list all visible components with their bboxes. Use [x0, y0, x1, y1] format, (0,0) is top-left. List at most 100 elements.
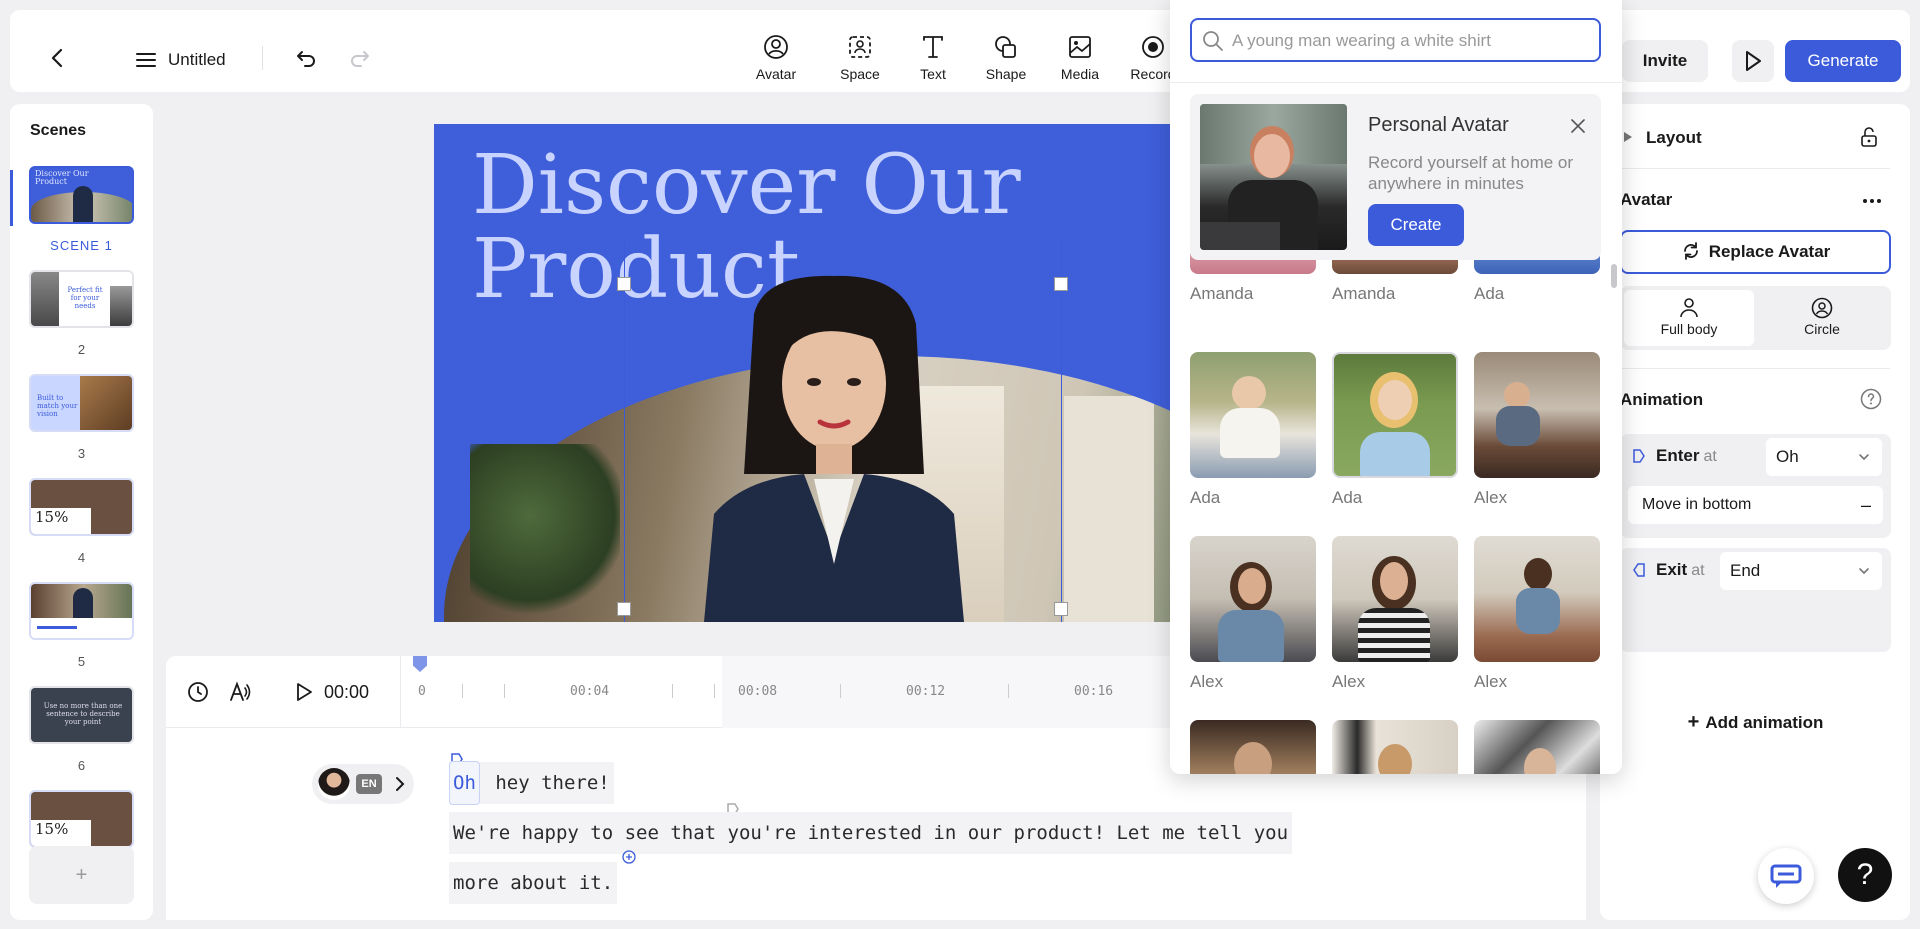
script-line[interactable]: more about it.	[449, 862, 618, 904]
scene-thumb-text: Use no more than one sentence to describ…	[43, 702, 123, 726]
scene-label: 5	[77, 654, 86, 669]
more-options-icon[interactable]	[1862, 198, 1882, 204]
play-icon	[1746, 51, 1761, 71]
avatar-card[interactable]: Alex	[1474, 536, 1600, 692]
redo-icon[interactable]	[348, 47, 372, 71]
add-marker-icon[interactable]	[622, 850, 636, 864]
back-arrow-icon[interactable]	[46, 46, 70, 70]
avatar-search[interactable]	[1190, 18, 1601, 62]
scene-thumbnail-4[interactable]: 15%	[29, 478, 134, 536]
tick-label: 00:12	[906, 684, 946, 699]
avatar-name: Ada	[1190, 488, 1221, 507]
replace-avatar-button[interactable]: Replace Avatar	[1620, 230, 1891, 274]
scene-thumbnail-7[interactable]: 15%	[29, 790, 134, 848]
tool-label: Avatar	[755, 66, 797, 82]
invite-button[interactable]: Invite	[1622, 40, 1708, 82]
tool-media[interactable]: Media	[1050, 34, 1110, 86]
scene-canvas[interactable]: Discover Our Product	[434, 124, 1174, 622]
scene-thumbnail-2[interactable]: Perfect fit for your needs	[29, 270, 134, 328]
preview-button[interactable]	[1732, 40, 1774, 82]
script-line[interactable]: Oh hey there!	[449, 761, 614, 805]
avatar-shape-toggle: Full body Circle	[1620, 286, 1891, 350]
plus-icon: +	[1687, 711, 1700, 733]
scene-thumb-text: Built to match your vision	[37, 394, 78, 418]
scene-thumbnail-6[interactable]: Use no more than one sentence to describ…	[29, 686, 134, 744]
text-icon	[923, 36, 943, 58]
help-button[interactable]: ?	[1838, 848, 1892, 902]
unlock-icon[interactable]	[1858, 126, 1880, 148]
help-icon[interactable]	[1860, 388, 1882, 410]
remove-icon[interactable]: –	[1861, 486, 1871, 524]
scene-thumbnail-3[interactable]: Built to match your vision	[29, 374, 134, 432]
tool-avatar[interactable]: Avatar	[746, 34, 806, 86]
shape-icon	[995, 36, 1016, 58]
voice-settings-icon[interactable]	[228, 680, 252, 704]
avatar-thumbnail	[1190, 352, 1316, 478]
layout-section-title[interactable]: Layout	[1646, 128, 1702, 148]
enter-effect[interactable]: Move in bottom –	[1628, 486, 1883, 524]
create-button[interactable]: Create	[1368, 204, 1464, 246]
undo-icon[interactable]	[294, 47, 318, 71]
avatar-card[interactable]	[1332, 720, 1458, 774]
add-scene-button[interactable]: +	[29, 846, 134, 904]
scrollbar-thumb[interactable]	[1611, 264, 1617, 288]
option-label: Full body	[1660, 321, 1718, 337]
script-text[interactable]: more about it.	[449, 862, 618, 904]
voice-avatar-chip[interactable]: EN	[312, 764, 414, 804]
avatar-card[interactable]: Alex	[1474, 352, 1600, 508]
project-title[interactable]: Untitled	[168, 50, 226, 70]
exit-at-select[interactable]: End	[1720, 552, 1882, 590]
chat-support-button[interactable]	[1758, 848, 1814, 904]
tick	[840, 684, 841, 698]
scene-thumb-text: 15%	[35, 508, 69, 526]
resize-handle[interactable]	[1054, 277, 1068, 291]
resize-handle[interactable]	[617, 602, 631, 616]
tool-text[interactable]: Text	[903, 34, 963, 86]
divider	[1620, 168, 1890, 169]
play-icon[interactable]	[292, 680, 316, 704]
resize-handle[interactable]	[1054, 602, 1068, 616]
search-input[interactable]	[1232, 28, 1592, 54]
properties-panel: Layout Avatar Replace Avatar Full body C…	[1600, 104, 1910, 920]
avatar-card[interactable]: Alex	[1190, 536, 1316, 692]
avatar-card[interactable]: Ada	[1190, 352, 1316, 508]
script-line[interactable]: We're happy to see that you're intereste…	[449, 812, 1293, 854]
close-icon[interactable]	[1568, 116, 1588, 136]
playhead[interactable]	[413, 656, 427, 672]
chat-icon	[1770, 864, 1802, 888]
avatar-figure[interactable]	[704, 274, 964, 622]
scene-thumbnail-1[interactable]: Discover Our Product	[29, 166, 134, 224]
avatar-card[interactable]	[1474, 720, 1600, 774]
tick	[672, 684, 673, 698]
full-body-option[interactable]: Full body	[1624, 290, 1754, 346]
avatar-card[interactable]	[1190, 720, 1316, 774]
menu-icon[interactable]	[134, 48, 158, 72]
script-word-highlight[interactable]: Oh	[449, 761, 480, 805]
tool-space[interactable]: Space	[830, 34, 890, 86]
avatar-name: Alex	[1474, 672, 1508, 691]
avatar-name: Alex	[1190, 672, 1224, 691]
add-animation-button[interactable]: + Add animation	[1628, 702, 1883, 742]
avatar-card[interactable]: Ada	[1332, 352, 1458, 508]
avatar-card[interactable]: Alex	[1332, 536, 1458, 692]
avatar-thumbnail	[1332, 720, 1458, 774]
expand-triangle-icon[interactable]	[1622, 130, 1634, 144]
scene-thumbnail-5[interactable]	[29, 582, 134, 640]
enter-animation-box: Enter at Oh Move in bottom –	[1620, 434, 1891, 538]
avatar-icon	[764, 35, 788, 59]
scenes-title: Scenes	[30, 122, 87, 139]
tool-label: Shape	[985, 66, 1027, 82]
tick-label: 00:16	[1074, 684, 1114, 699]
tick	[462, 684, 463, 698]
resize-handle[interactable]	[617, 277, 631, 291]
script-text[interactable]: We're happy to see that you're intereste…	[449, 812, 1293, 854]
tool-shape[interactable]: Shape	[976, 34, 1036, 86]
tool-label: Media	[1060, 66, 1100, 82]
plant-decoration	[470, 444, 620, 622]
circle-option[interactable]: Circle	[1757, 290, 1887, 346]
clock-icon[interactable]	[186, 680, 210, 704]
enter-at-select[interactable]: Oh	[1766, 438, 1882, 476]
generate-button[interactable]: Generate	[1785, 40, 1901, 82]
enter-marker-icon	[1633, 449, 1645, 463]
script-text[interactable]: hey there!	[479, 762, 614, 804]
